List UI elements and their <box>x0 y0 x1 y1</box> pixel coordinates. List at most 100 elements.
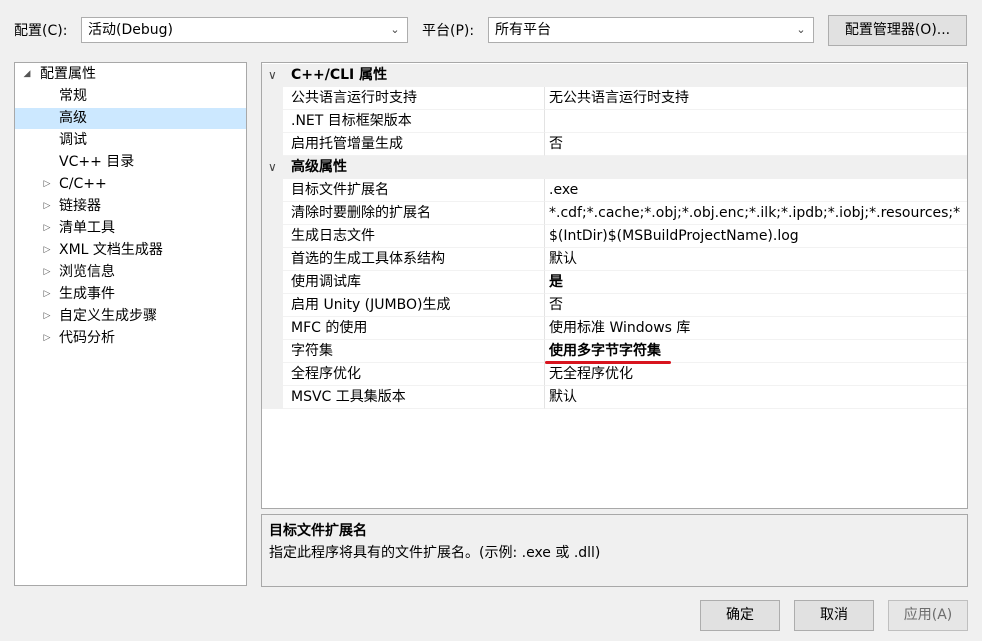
grid-row[interactable]: .NET 目标框架版本 <box>262 110 967 133</box>
grid-row[interactable]: 启用 Unity (JUMBO)生成否 <box>262 294 967 317</box>
grid-row-gutter <box>262 340 283 363</box>
triangle-down-icon[interactable]: ∨ <box>268 156 277 179</box>
tree-item-label: 自定义生成步骤 <box>59 308 157 324</box>
tree-item[interactable]: VC++ 目录 <box>15 152 246 173</box>
grid-category[interactable]: ∨ C++/CLI 属性 <box>262 64 967 87</box>
property-name: 首选的生成工具体系结构 <box>283 248 545 271</box>
property-value[interactable]: 使用标准 Windows 库 <box>545 317 967 340</box>
property-grid: ∨ C++/CLI 属性公共语言运行时支持 无公共语言运行时支持 .NET 目标框架版… <box>261 62 968 509</box>
property-value[interactable]: 默认 <box>545 248 967 271</box>
grid-row-gutter <box>262 294 283 317</box>
tree-item-label: 链接器 <box>59 198 101 214</box>
tree-item[interactable]: ▷ 代码分析 <box>15 328 246 349</box>
grid-row[interactable]: 清除时要删除的扩展名 *.cdf;*.cache;*.obj;*.obj.enc;… <box>262 202 967 225</box>
grid-row[interactable]: MFC 的使用 使用标准 Windows 库 <box>262 317 967 340</box>
property-value[interactable]: .exe <box>545 179 967 202</box>
tree-item-label: 常规 <box>59 88 87 104</box>
grid-row-gutter <box>262 179 283 202</box>
ok-button[interactable]: 确定 <box>700 600 780 631</box>
triangle-right-icon[interactable]: ▷ <box>41 196 53 217</box>
property-value[interactable]: 无公共语言运行时支持 <box>545 87 967 110</box>
grid-row-gutter <box>262 110 283 133</box>
grid-category[interactable]: ∨ 高级属性 <box>262 156 967 179</box>
property-value[interactable]: 否 <box>545 133 967 156</box>
chevron-down-icon: ⌄ <box>390 23 400 36</box>
tree-item[interactable]: ▷ XML 文档生成器 <box>15 240 246 261</box>
property-name: 字符集 <box>283 340 545 363</box>
triangle-right-icon[interactable]: ▷ <box>41 240 53 261</box>
property-tree: ◢ 配置属性 常规高级调试 VC++ 目录 ▷ C/C++ ▷ 链接器 ▷ 清单工具 ▷ XML … <box>14 62 247 586</box>
grid-row-gutter <box>262 363 283 386</box>
tree-root-config-properties[interactable]: ◢ 配置属性 <box>15 64 246 85</box>
property-value[interactable]: *.cdf;*.cache;*.obj;*.obj.enc;*.ilk;*.ip… <box>545 202 967 225</box>
tree-item[interactable]: ▷ 浏览信息 <box>15 262 246 283</box>
property-name: 目标文件扩展名 <box>283 179 545 202</box>
triangle-down-icon[interactable]: ∨ <box>268 64 277 87</box>
platform-dropdown[interactable]: 所有平台 ⌄ <box>488 17 814 43</box>
config-dropdown[interactable]: 活动(Debug) ⌄ <box>81 17 408 43</box>
configuration-manager-button[interactable]: 配置管理器(O)... <box>828 15 967 46</box>
tree-item[interactable]: 调试 <box>15 130 246 151</box>
grid-row[interactable]: 字符集 使用多字节字符集 <box>262 340 967 363</box>
tree-item-label: C/C++ <box>59 176 107 192</box>
tree-item[interactable]: 常规 <box>15 86 246 107</box>
grid-row[interactable]: 首选的生成工具体系结构 默认 <box>262 248 967 271</box>
property-name: 使用调试库 <box>283 271 545 294</box>
grid-row-gutter <box>262 271 283 294</box>
apply-button[interactable]: 应用(A) <box>888 600 968 631</box>
property-name: 生成日志文件 <box>283 225 545 248</box>
tree-item[interactable]: ▷ 清单工具 <box>15 218 246 239</box>
triangle-down-icon[interactable]: ◢ <box>21 64 33 85</box>
tree-item[interactable]: ▷ C/C++ <box>15 174 246 195</box>
grid-row[interactable]: 启用托管增量生成否 <box>262 133 967 156</box>
triangle-right-icon[interactable]: ▷ <box>41 284 53 305</box>
description-title: 目标文件扩展名 <box>269 523 367 539</box>
property-value[interactable]: 无全程序优化 <box>545 363 967 386</box>
property-name: 全程序优化 <box>283 363 545 386</box>
property-name: MSVC 工具集版本 <box>283 386 545 409</box>
grid-row[interactable]: 生成日志文件 $(IntDir)$(MSBuildProjectName).log <box>262 225 967 248</box>
property-value[interactable]: 使用多字节字符集 <box>545 340 967 363</box>
tree-item-label: 浏览信息 <box>59 264 115 280</box>
property-value[interactable]: $(IntDir)$(MSBuildProjectName).log <box>545 225 967 248</box>
tree-item-label: 调试 <box>59 132 87 148</box>
tree-item[interactable]: 高级 <box>15 108 246 129</box>
chevron-down-icon: ⌄ <box>796 23 806 36</box>
property-value[interactable] <box>545 110 967 133</box>
property-name: 启用 Unity (JUMBO)生成 <box>283 294 545 317</box>
tree-item[interactable]: ▷ 链接器 <box>15 196 246 217</box>
grid-row[interactable]: 公共语言运行时支持 无公共语言运行时支持 <box>262 87 967 110</box>
grid-row-gutter <box>262 225 283 248</box>
property-value[interactable]: 是 <box>545 271 967 294</box>
tree-item-label: 生成事件 <box>59 286 115 302</box>
grid-row[interactable]: 全程序优化 无全程序优化 <box>262 363 967 386</box>
tree-item-label: 代码分析 <box>59 330 115 346</box>
config-label: 配置(C): <box>14 23 68 39</box>
tree-item-label: 高级 <box>59 110 87 126</box>
highlight-underline <box>545 361 671 364</box>
tree-item[interactable]: ▷ 生成事件 <box>15 284 246 305</box>
triangle-right-icon[interactable]: ▷ <box>41 328 53 349</box>
grid-category-title: C++/CLI 属性 <box>291 67 388 83</box>
platform-dropdown-value: 所有平台 <box>495 22 551 38</box>
description-pane: 目标文件扩展名 指定此程序将具有的文件扩展名。(示例: .exe 或 .dll) <box>261 514 968 587</box>
triangle-right-icon[interactable]: ▷ <box>41 218 53 239</box>
triangle-right-icon[interactable]: ▷ <box>41 306 53 327</box>
tree-item-label: VC++ 目录 <box>59 154 135 170</box>
grid-row-gutter <box>262 317 283 340</box>
triangle-right-icon[interactable]: ▷ <box>41 262 53 283</box>
grid-row[interactable]: 使用调试库是 <box>262 271 967 294</box>
property-name: 启用托管增量生成 <box>283 133 545 156</box>
grid-row[interactable]: MSVC 工具集版本 默认 <box>262 386 967 409</box>
grid-row-gutter <box>262 133 283 156</box>
grid-row-gutter <box>262 248 283 271</box>
grid-row[interactable]: 目标文件扩展名 .exe <box>262 179 967 202</box>
property-name: 公共语言运行时支持 <box>283 87 545 110</box>
triangle-right-icon[interactable]: ▷ <box>41 174 53 195</box>
property-value[interactable]: 否 <box>545 294 967 317</box>
tree-item[interactable]: ▷ 自定义生成步骤 <box>15 306 246 327</box>
cancel-button[interactable]: 取消 <box>794 600 874 631</box>
config-dropdown-value: 活动(Debug) <box>88 22 173 38</box>
platform-label: 平台(P): <box>422 23 475 39</box>
property-value[interactable]: 默认 <box>545 386 967 409</box>
